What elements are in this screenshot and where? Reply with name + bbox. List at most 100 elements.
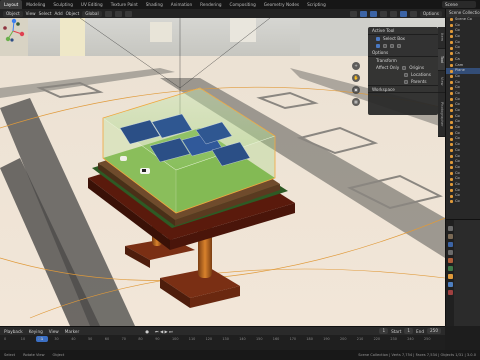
scene-selector[interactable]: Scene [442,1,476,8]
affect-locations-row[interactable]: Locations [368,71,438,78]
select-mode-buttons[interactable] [368,42,438,49]
timeline-tick: 60 [104,337,110,341]
tab-texture-paint[interactable]: Texture Paint [107,0,142,9]
render-props-icon[interactable] [447,234,453,239]
tab-sculpting[interactable]: Sculpting [49,0,77,9]
collection-icon [450,41,453,45]
collection-icon [450,177,453,181]
tab-compositing[interactable]: Compositing [226,0,260,9]
timeline-tick: 170 [289,337,297,341]
outliner-title[interactable]: Scene Collection [446,9,480,17]
menu-add[interactable]: Add [55,11,63,16]
camera-view-icon[interactable]: ▣ [352,86,360,94]
record-icon[interactable]: ● [145,329,149,334]
navigation-gizmo-icon[interactable] [0,18,26,44]
tab-shading[interactable]: Shading [142,0,167,9]
options-header[interactable]: Options [368,49,438,57]
menu-keying[interactable]: Keying [29,329,43,334]
origins-checkbox[interactable] [402,65,407,70]
zoom-icon[interactable]: + [352,62,360,70]
pivot-icon[interactable] [104,10,112,17]
scene-props-icon[interactable] [447,258,453,263]
menu-view[interactable]: View [26,11,36,16]
select-box-icon [376,36,380,41]
tab-photographer[interactable]: Photographer [438,93,445,137]
timeline-ruler[interactable]: 1 0 10 20 30 40 50 60 70 80 90 100 110 120 130 140 150 1… [0,335,445,351]
tool-props-icon[interactable] [447,226,453,231]
collection-icon [450,86,453,90]
shading-rendered-icon[interactable] [409,10,417,17]
tab-uv-editing[interactable]: UV Editing [77,0,107,9]
pan-icon[interactable]: ✋ [352,74,360,82]
overlay-toggle-icon[interactable] [369,10,377,17]
tab-item[interactable]: Item [438,27,445,49]
tab-scripting[interactable]: Scripting [303,0,330,9]
properties-editor [445,219,480,326]
locations-checkbox[interactable] [404,72,408,77]
menu-select[interactable]: Select [39,11,52,16]
affect-origins-row[interactable]: Affect Only Origins [368,64,438,71]
proportional-icon[interactable] [124,10,132,17]
status-context: Object [52,353,65,357]
collection-icon [450,80,453,84]
collection-icon [450,58,453,62]
collection-icon [450,200,453,204]
shading-solid-icon[interactable] [389,10,397,17]
mode-extend-icon[interactable] [383,43,387,48]
menu-playback[interactable]: Playback [4,329,23,334]
start-frame-field[interactable]: 1 [404,328,414,334]
select-box-row[interactable]: Select Box [368,35,438,42]
collection-icon [450,24,453,28]
outliner-row[interactable]: Co [446,199,480,205]
material-props-icon[interactable] [447,290,453,295]
menu-object[interactable]: Object [66,11,80,16]
snap-icon[interactable] [114,10,122,17]
tab-geometry-nodes[interactable]: Geometry Nodes [260,0,303,9]
mode-dropdown[interactable]: Object [3,10,23,17]
properties-tab-strip [446,220,454,326]
tab-layout[interactable]: Layout [0,0,23,9]
object-props-icon[interactable] [447,274,453,279]
transform-subheader[interactable]: Transform [368,57,438,64]
mode-invert-icon[interactable] [397,43,401,48]
mode-new-icon[interactable] [376,43,380,48]
collection-icon [450,69,453,73]
parents-checkbox[interactable] [404,79,408,84]
menu-marker[interactable]: Marker [65,329,79,334]
perspective-toggle-icon[interactable]: ▦ [352,98,360,106]
xray-icon[interactable] [379,10,387,17]
timeline-tick: 250 [424,337,431,341]
tab-animation[interactable]: Animation [167,0,196,9]
mode-subtract-icon[interactable] [390,43,394,48]
gizmo-toggle-icon[interactable] [359,10,367,17]
tool-settings-panel: Active Tool Select Box Options Transform… [368,27,438,115]
timeline-tick: 120 [205,337,213,341]
playback-controls-icon[interactable]: ⏮ ◀ ▶ ⏭ [155,329,173,334]
workspace-header[interactable]: Workspace [368,85,438,93]
active-tool-header[interactable]: Active Tool [368,27,438,35]
tab-modeling[interactable]: Modeling [22,0,49,9]
menu-view-timeline[interactable]: View [49,329,59,334]
collection-icon [450,115,453,119]
tab-rendering[interactable]: Rendering [196,0,225,9]
modifier-props-icon[interactable] [447,282,453,287]
affect-parents-row[interactable]: Parents [368,78,438,85]
timeline-tick: 240 [407,337,414,341]
view-layer-props-icon[interactable] [447,250,453,255]
current-frame-field[interactable]: 1 [379,328,389,334]
visibility-icon[interactable] [349,10,357,17]
output-props-icon[interactable] [447,242,453,247]
shading-material-icon[interactable] [399,10,407,17]
tab-view[interactable]: View [438,71,445,93]
collection-icon [450,188,453,192]
orientation-dropdown[interactable]: Global [82,10,102,17]
timeline-tick: 70 [121,337,126,341]
tab-tool[interactable]: Tool [438,49,445,71]
options-dropdown[interactable]: Options [419,10,442,17]
timeline-tick: 230 [390,337,397,341]
locations-label: Locations [411,72,431,77]
end-frame-field[interactable]: 250 [427,328,441,334]
timeline: Playback Keying View Marker ● ⏮ ◀ ▶ ⏭ 1 … [0,326,445,351]
status-stats: Scene Collection | Verts 7,754 | Faces 7… [358,353,476,357]
world-props-icon[interactable] [447,266,453,271]
